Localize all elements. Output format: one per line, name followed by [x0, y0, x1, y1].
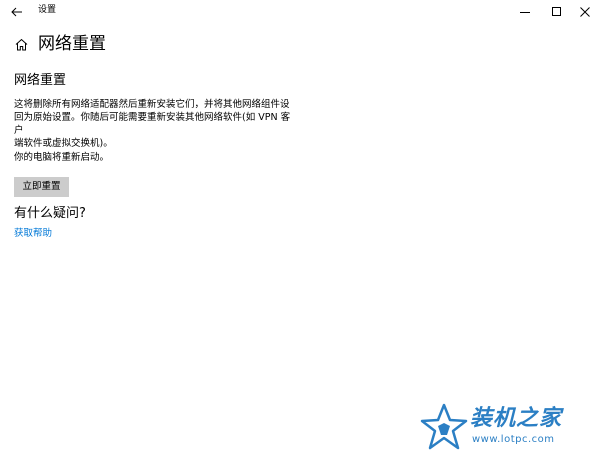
description-line: 这将删除所有网络适配器然后重新安装它们，并将其他网络组件设 — [14, 99, 290, 110]
description-line: 回为原始设置。你随后可能需要重新安装其他网络软件(如 VPN 客户 — [14, 112, 291, 136]
star-logo-icon — [420, 402, 468, 452]
minimize-button[interactable] — [509, 0, 541, 22]
home-icon[interactable] — [14, 37, 28, 51]
window-title: 设置 — [38, 5, 57, 15]
back-arrow-icon — [11, 2, 23, 21]
reset-description: 这将删除所有网络适配器然后重新安装它们，并将其他网络组件设 回为原始设置。你随后… — [14, 98, 294, 150]
description-line: 端软件或虚拟交换机)。 — [14, 138, 113, 149]
close-button[interactable] — [569, 0, 600, 22]
restart-note: 你的电脑将重新启动。 — [14, 152, 110, 163]
question-title: 有什么疑问? — [14, 206, 86, 221]
get-help-link[interactable]: 获取帮助 — [14, 227, 52, 240]
watermark: 装机之家 www.lotpc.com — [420, 402, 596, 454]
page-title: 网络重置 — [38, 34, 106, 54]
back-button[interactable] — [6, 1, 28, 21]
close-icon — [580, 2, 590, 21]
section-title: 网络重置 — [14, 73, 67, 88]
reset-now-button[interactable]: 立即重置 — [14, 177, 69, 197]
page-header: 网络重置 — [14, 33, 106, 55]
watermark-name: 装机之家 — [470, 406, 563, 431]
minimize-icon — [520, 2, 530, 21]
settings-window: 设置 网络重置 网络重置 这将删除所有网络适配器然后重新安装它们，并将其他网络组… — [0, 0, 600, 459]
title-bar: 设置 — [0, 0, 600, 22]
watermark-url: www.lotpc.com — [472, 434, 555, 445]
maximize-icon — [552, 2, 562, 21]
